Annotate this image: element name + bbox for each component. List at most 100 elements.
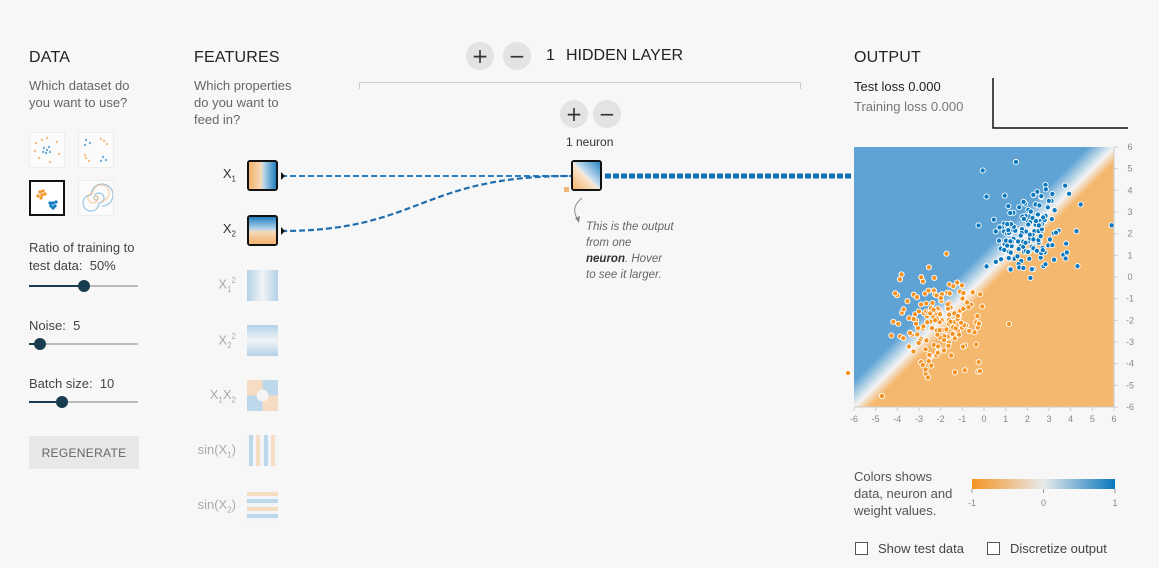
data-point-orange (900, 306, 907, 313)
neuron-bias-marker[interactable] (564, 187, 569, 192)
data-point-blue (1005, 203, 1012, 210)
data-point-blue (983, 263, 990, 270)
data-point-blue (983, 193, 990, 200)
data-point-orange (958, 319, 965, 326)
data-point-orange (910, 348, 917, 355)
data-point-orange (948, 352, 955, 359)
data-point-blue (1001, 192, 1008, 199)
data-point-orange (934, 331, 941, 338)
y-tick-label: -5 (1126, 380, 1134, 390)
data-point-blue (1020, 215, 1027, 222)
x-tick-label: -3 (915, 414, 923, 424)
x1-out-marker (281, 172, 285, 180)
x-tick-label: 1 (1003, 414, 1008, 424)
data-point-blue (1063, 249, 1070, 256)
y-tick-label: 4 (1127, 185, 1132, 195)
data-point-orange (913, 294, 921, 301)
data-point-orange (896, 276, 903, 283)
data-point-blue (1007, 249, 1014, 256)
data-point-blue (1027, 208, 1034, 215)
training-loss-value: 0.000 (930, 99, 964, 114)
training-loss: Training loss 0.000 (854, 99, 964, 114)
data-point-orange (915, 308, 923, 315)
data-point-orange (912, 320, 920, 327)
data-point-orange (940, 347, 948, 354)
data-point-blue (1027, 274, 1034, 281)
data-point-orange (922, 366, 929, 373)
data-point-blue (1073, 228, 1080, 235)
data-point-orange (918, 301, 925, 308)
discretize-output-checkbox[interactable] (987, 542, 1000, 555)
discretize-output-label[interactable]: Discretize output (1010, 541, 1107, 556)
hidden-neuron[interactable] (571, 160, 602, 191)
data-point-orange (974, 312, 981, 319)
data-point-blue (1005, 227, 1012, 234)
data-point-blue (1062, 182, 1069, 189)
y-tick-label: -4 (1126, 359, 1134, 369)
y-tick-label: 5 (1127, 164, 1132, 174)
color-legend-text: Colors shows data, neuron and weight val… (854, 469, 953, 518)
data-point-orange (971, 329, 978, 336)
data-point-orange (878, 393, 886, 400)
data-point-orange (941, 337, 948, 344)
data-point-blue (1007, 209, 1014, 217)
data-point-orange (905, 343, 913, 350)
data-point-orange (935, 343, 942, 350)
data-point-orange (959, 343, 966, 350)
data-point-orange (895, 320, 902, 327)
y-tick-label: 2 (1127, 229, 1132, 239)
data-point-orange (946, 311, 953, 318)
data-point-orange (964, 299, 971, 306)
data-point-blue (1028, 266, 1035, 273)
x-tick-label: 2 (1025, 414, 1030, 424)
show-test-data-label[interactable]: Show test data (878, 541, 964, 556)
output-title: OUTPUT (854, 49, 921, 66)
data-point-blue (1022, 239, 1029, 246)
data-point-blue (1016, 204, 1023, 211)
data-point-orange (937, 295, 944, 302)
data-point-blue (1020, 264, 1027, 272)
data-point-blue (979, 167, 986, 174)
data-point-orange (929, 325, 936, 332)
data-point-orange (892, 290, 899, 297)
data-point-orange (944, 301, 951, 308)
data-point-orange (926, 351, 933, 358)
x-tick-label: 4 (1068, 414, 1073, 424)
data-point-blue (992, 258, 999, 265)
data-point-orange (845, 369, 852, 377)
data-point-orange (900, 335, 907, 342)
y-tick-label: -2 (1126, 315, 1134, 325)
data-point-blue (1036, 202, 1043, 209)
data-point-orange (918, 274, 925, 281)
data-point-blue (1026, 255, 1033, 262)
show-test-data-checkbox[interactable] (855, 542, 868, 555)
data-point-blue (1017, 232, 1024, 239)
data-point-orange (925, 264, 932, 271)
data-point-blue (1025, 221, 1032, 228)
output-plot[interactable]: -6 -5 -4 -3 -2 -1 0 1 2 3 4 5 6 6 5 4 3 2 1 0 -1 -2 -3 -4 -5 -6 (840, 140, 1140, 430)
data-point-blue (1004, 221, 1011, 228)
data-point-orange (969, 289, 976, 296)
data-point-blue (1038, 193, 1045, 200)
y-tick-label: -6 (1126, 402, 1134, 412)
link-x2-neuron[interactable] (280, 174, 572, 233)
data-point-blue (1049, 242, 1056, 249)
data-point-blue (975, 222, 982, 229)
data-point-orange (951, 369, 958, 376)
x-tick-label: -1 (958, 414, 966, 424)
data-point-blue (1012, 158, 1020, 166)
data-point-orange (975, 320, 982, 327)
neuron-callout: This is the output from one neuron. Hove… (586, 221, 674, 281)
data-point-orange (922, 346, 929, 353)
data-point-blue (1033, 247, 1040, 254)
data-point-orange (973, 341, 980, 348)
data-point-orange (977, 291, 984, 298)
x2-out-marker (281, 227, 285, 235)
data-point-orange (950, 283, 957, 290)
data-point-blue (990, 216, 997, 223)
test-loss: Test loss 0.000 (854, 79, 941, 94)
data-point-blue (1046, 236, 1053, 243)
data-point-orange (979, 303, 986, 310)
data-point-orange (949, 330, 956, 337)
x-axis-ticks: -6 -5 -4 -3 -2 -1 0 1 2 3 4 5 6 (850, 407, 1117, 424)
